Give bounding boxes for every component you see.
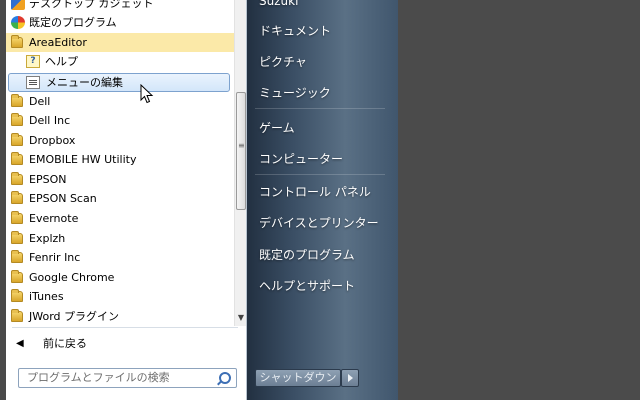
list-item-epson[interactable]: EPSON <box>6 170 234 189</box>
search-input[interactable]: プログラムとファイルの検索 <box>18 368 237 388</box>
folder-icon <box>11 289 23 302</box>
list-item-label: AreaEditor <box>29 36 87 49</box>
edit-menu-icon <box>26 76 40 89</box>
list-item-epson-scan[interactable]: EPSON Scan <box>6 189 234 208</box>
nav-pictures[interactable]: ピクチャ <box>259 53 307 70</box>
shutdown-options-button[interactable] <box>341 369 359 387</box>
user-name-link[interactable]: Suzuki <box>259 0 298 8</box>
start-menu: デスクトップ ガジェット 既定のプログラム AreaEditor ? ヘルプ メ… <box>0 0 398 400</box>
program-list-scrollbar[interactable]: ≡ ▼ <box>234 0 246 326</box>
back-label: 前に戻る <box>43 337 87 350</box>
list-item-label: ヘルプ <box>45 55 78 68</box>
nav-documents[interactable]: ドキュメント <box>259 22 331 39</box>
list-item-areaeditor-folder[interactable]: AreaEditor <box>6 33 234 52</box>
list-item-label: EPSON Scan <box>29 192 97 205</box>
list-item-help[interactable]: ? ヘルプ <box>6 52 234 71</box>
search-icon[interactable] <box>219 372 231 384</box>
gadget-icon <box>11 0 25 10</box>
default-programs-icon <box>11 16 25 29</box>
folder-icon <box>11 191 23 204</box>
nav-default-programs[interactable]: 既定のプログラム <box>259 246 355 263</box>
list-item-fenrir[interactable]: Fenrir Inc <box>6 248 234 267</box>
back-button[interactable]: ◀ 前に戻る <box>6 334 234 354</box>
list-item-desktop-gadgets[interactable]: デスクトップ ガジェット <box>6 0 234 13</box>
folder-icon <box>11 35 23 48</box>
nav-control-panel[interactable]: コントロール パネル <box>259 183 371 200</box>
nav-games[interactable]: ゲーム <box>259 119 295 136</box>
list-item-dell[interactable]: Dell <box>6 92 234 111</box>
programs-panel: デスクトップ ガジェット 既定のプログラム AreaEditor ? ヘルプ メ… <box>6 0 247 400</box>
nav-help-support[interactable]: ヘルプとサポート <box>259 277 355 294</box>
list-item-label: iTunes <box>29 290 64 303</box>
places-panel: Suzuki ドキュメント ピクチャ ミュージック ゲーム コンピューター コン… <box>247 0 398 400</box>
scrollbar-thumb[interactable]: ≡ <box>236 92 246 210</box>
list-item-evernote[interactable]: Evernote <box>6 209 234 228</box>
list-item-jword[interactable]: JWord プラグイン <box>6 307 234 326</box>
folder-icon <box>11 270 23 283</box>
back-arrow-icon: ◀ <box>16 338 24 349</box>
list-item-google-chrome[interactable]: Google Chrome <box>6 268 234 287</box>
help-icon: ? <box>26 55 40 68</box>
list-item-edit-menu[interactable]: メニューの編集 <box>8 73 230 92</box>
desktop-background <box>398 0 640 400</box>
list-item-label: Dropbox <box>29 134 76 147</box>
folder-icon <box>11 94 23 107</box>
scroll-down-arrow-icon[interactable]: ▼ <box>236 312 246 324</box>
arrow-right-icon <box>348 374 353 382</box>
folder-icon <box>11 231 23 244</box>
list-item-label: Explzh <box>29 232 66 245</box>
folder-icon <box>11 309 23 322</box>
folder-icon <box>11 172 23 185</box>
divider <box>255 174 385 175</box>
list-item-label: EMOBILE HW Utility <box>29 153 137 166</box>
folder-icon <box>11 113 23 126</box>
list-item-emobile[interactable]: EMOBILE HW Utility <box>6 150 234 169</box>
program-list: デスクトップ ガジェット 既定のプログラム AreaEditor ? ヘルプ メ… <box>6 0 234 326</box>
mouse-cursor-icon <box>140 84 154 104</box>
list-item-label: デスクトップ ガジェット <box>29 0 154 10</box>
list-item-dropbox[interactable]: Dropbox <box>6 131 234 150</box>
list-item-label: JWord プラグイン <box>29 310 120 323</box>
folder-icon <box>11 152 23 165</box>
divider <box>12 327 238 328</box>
folder-icon <box>11 211 23 224</box>
folder-icon <box>11 250 23 263</box>
list-item-label: 既定のプログラム <box>29 16 117 29</box>
divider <box>255 108 385 109</box>
folder-icon <box>11 133 23 146</box>
grip-icon: ≡ <box>238 141 245 150</box>
shutdown-button[interactable]: シャットダウン <box>255 369 341 387</box>
list-item-label: Fenrir Inc <box>29 251 81 264</box>
list-item-label: Evernote <box>29 212 79 225</box>
search-placeholder: プログラムとファイルの検索 <box>27 371 170 384</box>
list-item-label: EPSON <box>29 173 67 186</box>
list-item-dell-inc[interactable]: Dell Inc <box>6 111 234 130</box>
list-item-label: メニューの編集 <box>46 76 123 89</box>
list-item-default-programs[interactable]: 既定のプログラム <box>6 13 234 32</box>
list-item-label: Dell Inc <box>29 114 71 127</box>
nav-music[interactable]: ミュージック <box>259 84 331 101</box>
list-item-label: Dell <box>29 95 51 108</box>
list-item-explzh[interactable]: Explzh <box>6 229 234 248</box>
nav-computer[interactable]: コンピューター <box>259 150 343 167</box>
list-item-itunes[interactable]: iTunes <box>6 287 234 306</box>
list-item-label: Google Chrome <box>29 271 115 284</box>
nav-devices-printers[interactable]: デバイスとプリンター <box>259 214 379 231</box>
